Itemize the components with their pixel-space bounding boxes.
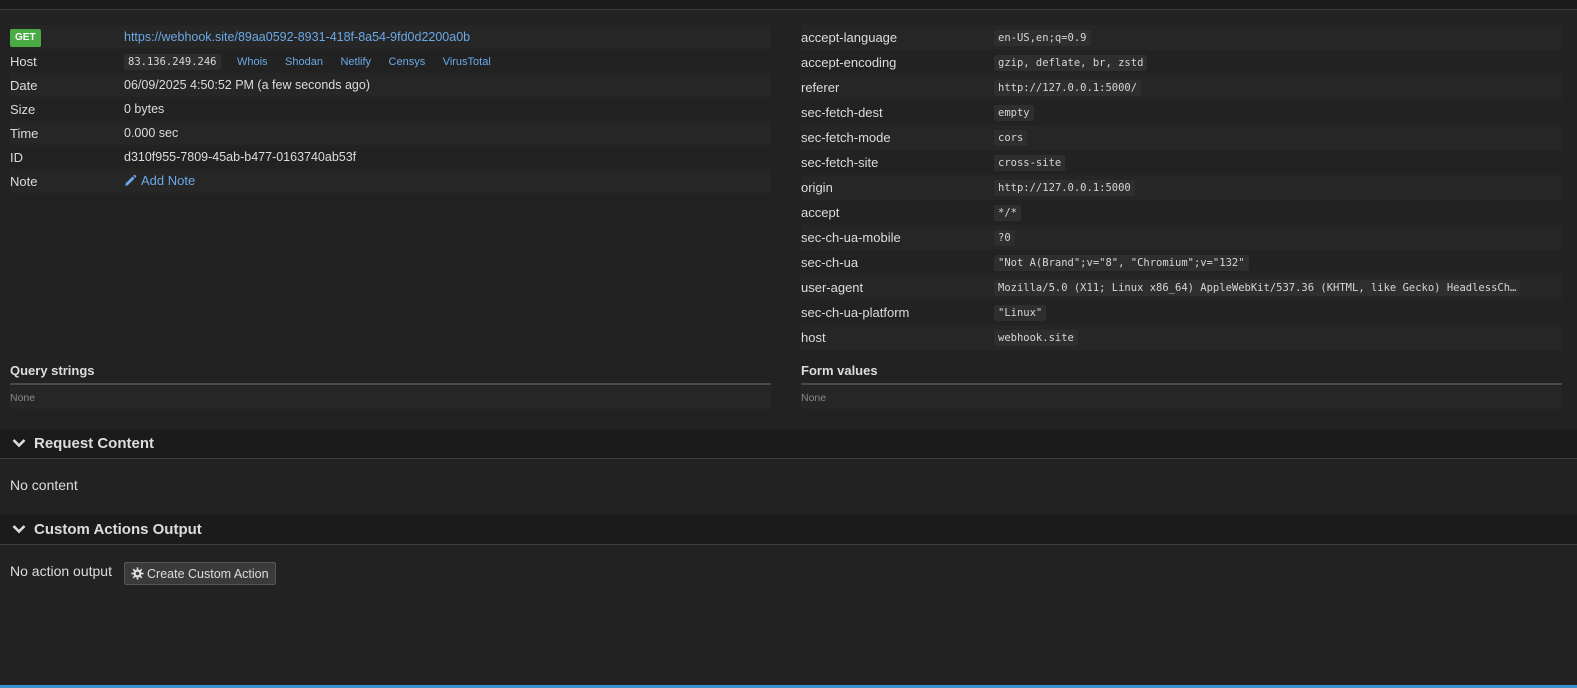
header-value: */* (994, 204, 1021, 221)
url-row: GET https://webhook.site/89aa0592-8931-4… (10, 25, 771, 49)
host-row: Host 83.136.249.246 Whois Shodan Netlify… (10, 49, 771, 73)
shodan-link[interactable]: Shodan (285, 56, 323, 68)
gear-icon (131, 567, 144, 580)
header-value: "Linux" (994, 304, 1047, 321)
time-value: 0.000 sec (124, 126, 179, 140)
custom-actions-value: No action output (10, 563, 112, 579)
request-details: GET https://webhook.site/89aa0592-8931-4… (10, 25, 771, 193)
header-value: cors (994, 129, 1028, 146)
header-key: sec-fetch-site (801, 155, 879, 170)
note-value: Add Note (124, 173, 195, 190)
note-row: Note Add Note (10, 169, 771, 193)
headers-table: accept-language en-US,en;q=0.9 accept-enc… (801, 25, 1562, 350)
header-value: webhook.site (994, 329, 1078, 346)
request-url-link[interactable]: https://webhook.site/89aa0592-8931-418f-… (124, 30, 470, 44)
header-row: user-agent Mozilla/5.0 (X11; Linux x86_64… (801, 275, 1562, 300)
header-row: accept */* (801, 200, 1562, 225)
whois-link[interactable]: Whois (237, 56, 268, 68)
header-key: accept (801, 205, 840, 220)
date-row: Date 06/09/2025 4:50:52 PM (a few second… (10, 73, 771, 97)
query-strings-value: None (10, 386, 771, 409)
header-value: empty (994, 104, 1034, 121)
header-value: Mozilla/5.0 (X11; Linux x86_64) AppleWeb… (994, 279, 1521, 296)
query-strings-title: Query strings (10, 363, 771, 385)
header-row: sec-fetch-site cross-site (801, 150, 1562, 175)
form-values-title: Form values (801, 363, 1562, 385)
top-bar (0, 0, 1577, 10)
header-row: referer http://127.0.0.1:5000/ (801, 75, 1562, 100)
header-row: host webhook.site (801, 325, 1562, 350)
header-key: accept-encoding (801, 55, 897, 70)
header-value: cross-site (994, 154, 1066, 171)
header-row: sec-fetch-mode cors (801, 125, 1562, 150)
header-value: en-US,en;q=0.9 (994, 29, 1091, 46)
time-label: Time (10, 125, 39, 141)
method-cell: GET (10, 28, 124, 47)
date-label: Date (10, 77, 38, 93)
header-value: http://127.0.0.1:5000/ (994, 79, 1142, 96)
header-row: origin http://127.0.0.1:5000 (801, 175, 1562, 200)
chevron-down-icon (12, 435, 26, 452)
create-custom-action-label: Create Custom Action (147, 566, 269, 581)
header-key: sec-ch-ua (801, 255, 859, 270)
header-value: http://127.0.0.1:5000 (994, 179, 1135, 196)
request-content-title: Request Content (34, 435, 154, 452)
header-key: host (801, 330, 826, 345)
host-ip: 83.136.249.246 (124, 54, 221, 70)
header-row: sec-ch-ua "Not A(Brand";v="8", "Chromium"… (801, 250, 1562, 275)
date-value: 06/09/2025 4:50:52 PM (a few seconds ago… (124, 78, 370, 92)
custom-actions-title: Custom Actions Output (34, 521, 202, 538)
size-value: 0 bytes (124, 102, 165, 116)
header-key: accept-language (801, 30, 898, 45)
header-value: "Not A(Brand";v="8", "Chromium";v="132" (994, 254, 1249, 271)
pencil-icon (124, 174, 137, 187)
header-row: sec-fetch-dest empty (801, 100, 1562, 125)
add-note-button[interactable]: Add Note (124, 173, 195, 188)
header-key: user-agent (801, 280, 864, 295)
note-label: Note (10, 173, 38, 189)
id-label: ID (10, 149, 23, 165)
id-value: d310f955-7809-45ab-b477-0163740ab53f (124, 150, 357, 164)
host-value: 83.136.249.246 Whois Shodan Netlify Cens… (124, 54, 505, 70)
method-badge: GET (10, 28, 41, 47)
time-row: Time 0.000 sec (10, 121, 771, 145)
header-key: sec-ch-ua-mobile (801, 230, 901, 245)
header-row: accept-language en-US,en;q=0.9 (801, 25, 1562, 50)
host-label: Host (10, 53, 37, 69)
header-value: ?0 (994, 229, 1015, 246)
size-row: Size 0 bytes (10, 97, 771, 121)
header-key: sec-fetch-mode (801, 130, 891, 145)
chevron-down-icon (12, 521, 26, 538)
netlify-link[interactable]: Netlify (340, 56, 371, 68)
header-value: gzip, deflate, br, zstd (994, 54, 1148, 71)
add-note-label: Add Note (141, 172, 196, 188)
url-cell: https://webhook.site/89aa0592-8931-418f-… (124, 30, 470, 44)
request-content-header[interactable]: Request Content (0, 429, 1577, 459)
header-row: sec-ch-ua-mobile ?0 (801, 225, 1562, 250)
id-row: ID d310f955-7809-45ab-b477-0163740ab53f (10, 145, 771, 169)
create-custom-action-button[interactable]: Create Custom Action (124, 562, 276, 585)
header-key: sec-fetch-dest (801, 105, 883, 120)
censys-link[interactable]: Censys (389, 56, 426, 68)
custom-actions-header[interactable]: Custom Actions Output (0, 515, 1577, 545)
header-key: sec-ch-ua-platform (801, 305, 910, 320)
header-key: origin (801, 180, 833, 195)
size-label: Size (10, 101, 36, 117)
header-key: referer (801, 80, 840, 95)
request-content-value: No content (10, 477, 78, 493)
virustotal-link[interactable]: VirusTotal (443, 56, 491, 68)
header-row: accept-encoding gzip, deflate, br, zstd (801, 50, 1562, 75)
form-values-value: None (801, 386, 1562, 409)
header-row: sec-ch-ua-platform "Linux" (801, 300, 1562, 325)
